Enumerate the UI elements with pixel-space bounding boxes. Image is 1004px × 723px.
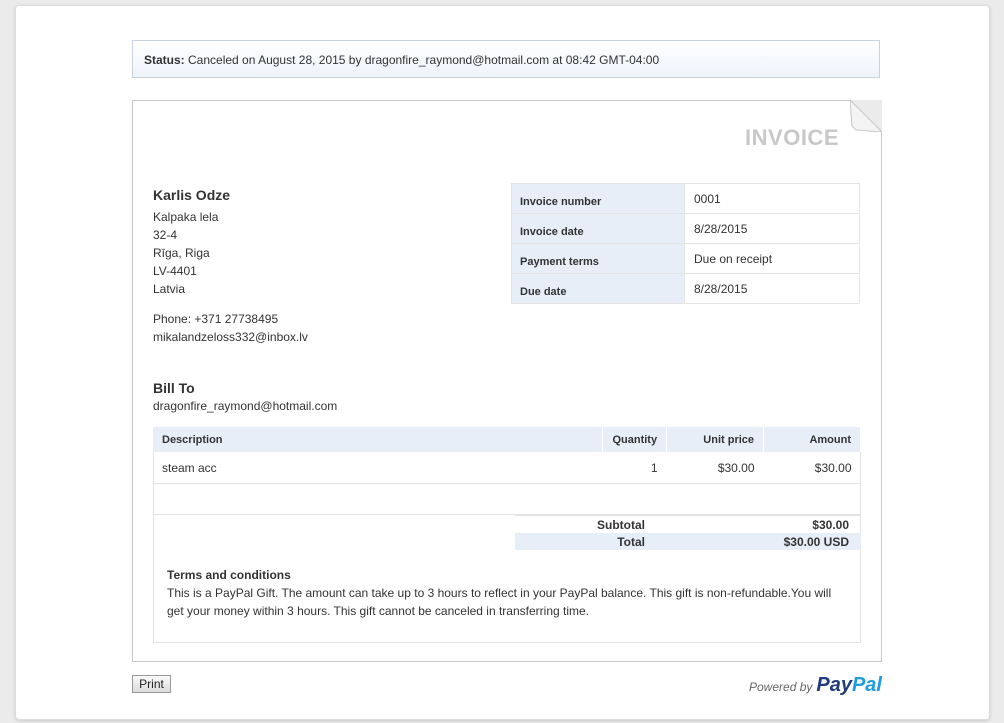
table-row-empty <box>153 483 861 515</box>
meta-label: Invoice number <box>511 183 685 214</box>
items-table: Description Quantity Unit price Amount s… <box>153 427 861 515</box>
meta-row: Due date 8/28/2015 <box>511 273 860 304</box>
merchant-address-line: Rīga, Riga <box>153 246 210 260</box>
merchant-address-line: Kalpaka lela <box>153 210 219 224</box>
total-label: Total <box>515 533 657 550</box>
item-description: steam acc <box>153 452 603 484</box>
powered-by-paypal[interactable]: Powered by PayPal <box>749 674 882 697</box>
table-row: steam acc 1 $30.00 $30.00 <box>153 452 861 484</box>
page-fold-icon <box>850 100 882 132</box>
subtotal-label: Subtotal <box>515 515 657 533</box>
status-label: Status: <box>144 53 185 67</box>
meta-value: 8/28/2015 <box>684 213 860 244</box>
merchant-address-line: 32-4 <box>153 228 178 242</box>
print-button[interactable]: Print <box>132 675 171 693</box>
bill-to-email: dragonfire_raymond@hotmail.com <box>153 399 338 413</box>
meta-row: Payment terms Due on receipt <box>511 243 860 274</box>
meta-label: Payment terms <box>511 243 685 274</box>
merchant-address-line: LV-4401 <box>153 264 197 278</box>
items-header-row: Description Quantity Unit price Amount <box>153 427 861 452</box>
total-value: $30.00 USD <box>657 533 861 550</box>
meta-label: Invoice date <box>511 213 685 244</box>
meta-row: Invoice date 8/28/2015 <box>511 213 860 244</box>
merchant-info: Karlis Odze Kalpaka lela 32-4 Rīga, Riga… <box>153 186 308 346</box>
invoice-title: INVOICE <box>745 125 839 150</box>
meta-value: 0001 <box>684 183 860 214</box>
merchant-name: Karlis Odze <box>153 187 231 203</box>
column-header-quantity: Quantity <box>602 427 668 452</box>
terms-heading: Terms and conditions <box>167 568 291 582</box>
terms-section: Terms and conditions This is a PayPal Gi… <box>167 566 847 620</box>
item-quantity: 1 <box>602 452 667 484</box>
merchant-phone: Phone: +371 27738495 <box>153 312 279 326</box>
item-unit-price: $30.00 <box>666 452 764 484</box>
bill-to: Bill To dragonfire_raymond@hotmail.com <box>153 380 337 413</box>
meta-value: Due on receipt <box>684 243 860 274</box>
total-row: Total $30.00 USD <box>515 533 861 550</box>
meta-label: Due date <box>511 273 685 304</box>
paypal-logo-pay: Pay <box>816 674 852 696</box>
subtotal-row: Subtotal $30.00 <box>515 515 861 533</box>
column-header-description: Description <box>153 427 604 452</box>
subtotal-value: $30.00 <box>657 515 861 533</box>
column-header-amount: Amount <box>763 427 861 452</box>
paypal-logo: PayPal <box>816 674 882 697</box>
meta-row: Invoice number 0001 <box>511 183 860 214</box>
paypal-logo-pal: Pal <box>851 674 882 696</box>
status-text: Canceled on August 28, 2015 by dragonfir… <box>188 53 660 67</box>
item-amount: $30.00 <box>763 452 861 484</box>
column-header-unit-price: Unit price <box>666 427 765 452</box>
meta-value: 8/28/2015 <box>684 273 860 304</box>
powered-by-text: Powered by <box>749 680 813 694</box>
terms-text: This is a PayPal Gift. The amount can ta… <box>167 586 832 618</box>
status-bar: Status: Canceled on August 28, 2015 by d… <box>132 40 880 78</box>
totals-table: Subtotal $30.00 Total $30.00 USD <box>515 515 861 550</box>
bill-to-heading: Bill To <box>153 380 195 396</box>
merchant-email: mikalandzeloss332@inbox.lv <box>153 330 308 344</box>
merchant-address-line: Latvia <box>153 282 186 296</box>
invoice-sheet: INVOICE Karlis Odze Kalpaka lela 32-4 Rī… <box>132 100 882 662</box>
invoice-meta-table: Invoice number 0001 Invoice date 8/28/20… <box>511 183 860 304</box>
